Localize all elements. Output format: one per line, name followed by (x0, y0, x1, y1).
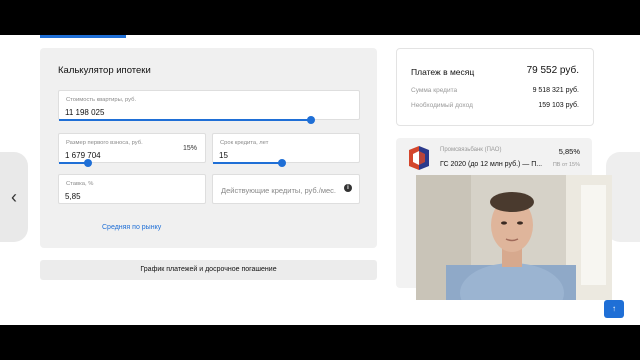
scroll-top-button[interactable]: ↑ (604, 300, 624, 318)
info-icon[interactable]: i (344, 184, 352, 192)
field-value[interactable]: 15 (219, 151, 228, 160)
bank-name: Промсвязьбанк (ПАО) (440, 147, 502, 153)
field-value[interactable]: 1 679 704 (65, 151, 101, 160)
calculator-title: Калькулятор ипотеки (58, 65, 151, 76)
loan-term-field[interactable]: Срок кредита, лет 15 (212, 133, 360, 167)
field-value[interactable]: 5,85 (65, 192, 81, 201)
loan-term-slider-fill (213, 162, 282, 164)
down-payment-slider-handle[interactable] (84, 159, 93, 167)
down-payment-field[interactable]: Размер первого взноса, руб. 1 679 704 15… (58, 133, 206, 167)
active-tab-indicator (40, 35, 126, 38)
payment-schedule-button[interactable]: График платежей и досрочное погашение (40, 260, 377, 280)
field-value[interactable]: 11 198 025 (65, 108, 104, 117)
property-value-field[interactable]: Стоимость квартиры, руб. 11 198 025 (58, 90, 360, 124)
arrow-up-icon: ↑ (612, 304, 616, 313)
mortgage-calculator: Калькулятор ипотеки Стоимость квартиры, … (40, 48, 377, 248)
field-label: Стоимость квартиры, руб. (66, 97, 137, 103)
property-value-slider-fill (59, 119, 311, 121)
chevron-left-icon: ‹ (11, 186, 17, 207)
field-label: Срок кредита, лет (220, 140, 269, 146)
bank-product: ГС 2020 (до 12 млн руб.) — П... (440, 161, 543, 168)
field-placeholder: Действующие кредиты, руб./мес. (221, 186, 336, 195)
field-label: Ставка, % (66, 181, 94, 187)
monthly-payment-card: Платеж в месяц 79 552 руб. Сумма кредита… (396, 48, 594, 126)
market-average-link[interactable]: Средняя по рынку (102, 224, 161, 231)
payment-amount: 79 552 руб. (526, 65, 579, 76)
bank-logo-icon (409, 146, 429, 170)
required-income-label: Необходимый доход (411, 102, 473, 109)
webcam-overlay (416, 175, 612, 300)
credit-sum-value: 9 518 321 руб. (532, 87, 579, 94)
payment-title: Платеж в месяц (411, 67, 475, 77)
required-income-value: 159 103 руб. (538, 102, 579, 109)
property-value-slider-handle[interactable] (306, 116, 315, 124)
field-label: Размер первого взноса, руб. (66, 140, 143, 146)
existing-credits-field[interactable]: Действующие кредиты, руб./мес. i (212, 174, 360, 204)
webcam-video-image (416, 175, 612, 300)
loan-term-slider-handle[interactable] (277, 159, 286, 167)
down-payment-percent: 15% (182, 145, 197, 152)
credit-sum-label: Сумма кредита (411, 87, 458, 94)
bank-down-payment: ПВ от 15% (552, 162, 580, 168)
interest-rate-field[interactable]: Ставка, % 5,85 (58, 174, 206, 204)
bank-rate: 5,85% (558, 147, 580, 156)
prev-button[interactable]: ‹ (0, 152, 28, 242)
